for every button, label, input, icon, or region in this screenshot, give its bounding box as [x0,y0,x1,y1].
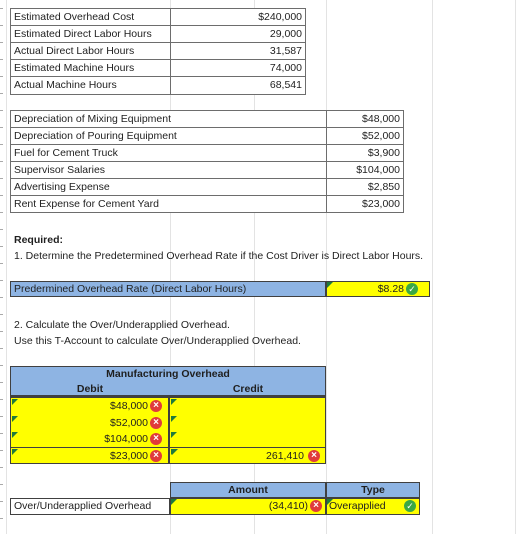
t-account-title: Manufacturing Overhead [106,368,230,380]
pohr-label: Predermined Overhead Rate (Direct Labor … [14,283,247,295]
input-value: $240,000 [258,11,302,23]
overhead-value: $23,000 [362,198,400,210]
row-marker [0,467,3,468]
debit-value: $104,000 [104,433,148,445]
check-circle-icon: ✓ [404,500,416,512]
comment-flag-icon [171,415,177,422]
overhead-value: $104,000 [356,164,400,176]
input-label: Actual Direct Labor Hours [14,45,135,57]
x-circle-icon: × [150,433,162,445]
row-marker [0,382,3,383]
required-heading: Required: [14,234,64,246]
question-1: 1. Determine the Predetermined Overhead … [14,250,424,262]
overhead-label: Rent Expense for Cement Yard [14,198,159,210]
row-marker [0,416,3,417]
row-marker [0,212,3,213]
input-value: 31,587 [269,45,302,57]
input-value: 74,000 [269,62,302,74]
row-marker [0,314,3,315]
row-marker [0,195,3,196]
result-type: Overapplied [329,500,386,512]
comment-flag-icon [12,432,18,438]
row-marker [0,348,3,349]
row-marker [0,127,3,128]
input-label: Estimated Direct Labor Hours [14,28,152,40]
x-circle-icon: × [150,416,162,429]
row-marker [0,365,3,366]
row-marker [0,25,3,26]
row-marker [0,42,3,43]
debit-value: $52,000 [110,416,148,429]
overhead-value: $52,000 [362,130,400,142]
row-marker [0,297,3,298]
overhead-label: Depreciation of Mixing Equipment [14,113,171,125]
grid-line [432,0,433,534]
comment-flag-icon [12,415,18,422]
row-marker [0,144,3,145]
row-marker [0,8,3,9]
grid-line [515,0,516,534]
x-circle-icon: × [150,400,162,412]
overhead-value: $3,900 [367,147,400,159]
row-marker [0,501,3,502]
grid-line [6,0,7,534]
row-marker [0,161,3,162]
comment-flag-icon [171,399,177,405]
overhead-label: Fuel for Cement Truck [14,147,118,159]
row-marker [0,178,3,179]
credit-header: Credit [232,383,264,395]
result-amount: (34,410) [268,500,308,512]
row-marker [0,246,3,247]
input-value: 29,000 [269,28,302,40]
input-label: Estimated Overhead Cost [14,11,135,23]
overhead-value: $48,000 [362,113,400,125]
row-marker [0,484,3,485]
x-circle-icon: × [308,450,320,462]
row-marker [0,263,3,264]
amount-header: Amount [228,484,268,496]
x-circle-icon: × [310,500,322,512]
row-marker [0,280,3,281]
row-marker [0,59,3,60]
row-marker [0,93,3,94]
question-2-note: Use this T-Account to calculate Over/Und… [14,335,301,347]
row-marker [0,518,3,519]
question-2: 2. Calculate the Over/Underapplied Overh… [14,319,230,331]
check-circle-icon: ✓ [406,283,418,295]
overhead-label: Supervisor Salaries [14,164,106,176]
x-circle-icon: × [150,449,162,462]
pohr-value: $8.28 [377,283,404,295]
result-label: Over/Underapplied Overhead [14,500,152,512]
type-header: Type [361,484,385,496]
row-marker [0,399,3,400]
debit-value: $23,000 [110,449,148,462]
row-marker [0,229,3,230]
comment-flag-icon [12,448,18,455]
comment-flag-icon [12,399,18,405]
comment-flag-icon [327,282,333,288]
comment-flag-icon [172,449,178,455]
comment-flag-icon [171,432,177,438]
overhead-label: Advertising Expense [14,181,110,193]
grid-line [326,0,327,534]
row-marker [0,450,3,451]
debit-header: Debit [76,383,104,395]
row-marker [0,433,3,434]
input-label: Estimated Machine Hours [14,62,135,74]
debit-value: $48,000 [110,400,148,412]
row-marker [0,331,3,332]
row-marker [0,76,3,77]
row-marker [0,110,3,111]
input-label: Actual Machine Hours [14,79,117,91]
overhead-value: $2,850 [367,181,400,193]
credit-value: 261,410 [266,450,304,462]
overhead-label: Depreciation of Pouring Equipment [14,130,177,142]
input-value: 68,541 [269,79,302,91]
